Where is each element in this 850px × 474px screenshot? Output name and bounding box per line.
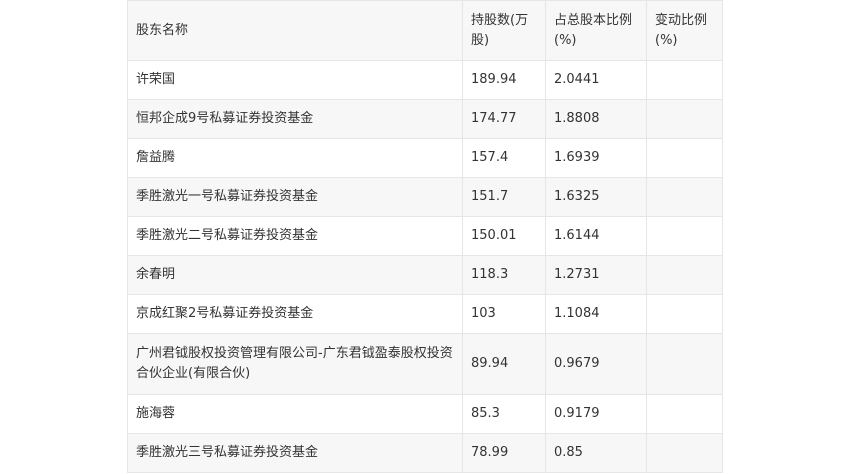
cell-shareholder-name: 余春明 xyxy=(127,255,463,295)
cell-share-ratio: 1.2731 xyxy=(545,255,647,295)
cell-change-ratio xyxy=(646,333,723,395)
shareholder-table-container: 股东名称 持股数(万股) 占总股本比例(%) 变动比例(%) 许荣国 189.9… xyxy=(127,0,723,473)
table-row: 季胜激光三号私募证券投资基金 78.99 0.85 xyxy=(127,433,723,473)
cell-change-ratio xyxy=(646,255,723,295)
cell-change-ratio xyxy=(646,216,723,256)
table-body: 许荣国 189.94 2.0441 恒邦企成9号私募证券投资基金 174.77 … xyxy=(127,60,723,473)
cell-shareholder-name: 季胜激光一号私募证券投资基金 xyxy=(127,177,463,217)
table-row: 季胜激光一号私募证券投资基金 151.7 1.6325 xyxy=(127,177,723,217)
cell-shareholder-name: 季胜激光三号私募证券投资基金 xyxy=(127,433,463,473)
cell-change-ratio xyxy=(646,138,723,178)
cell-change-ratio xyxy=(646,177,723,217)
header-shareholder-name: 股东名称 xyxy=(127,0,463,61)
cell-shares: 150.01 xyxy=(462,216,546,256)
cell-share-ratio: 2.0441 xyxy=(545,60,647,100)
header-share-ratio: 占总股本比例(%) xyxy=(545,0,647,61)
cell-shares: 103 xyxy=(462,294,546,334)
header-shares: 持股数(万股) xyxy=(462,0,546,61)
cell-change-ratio xyxy=(646,394,723,434)
cell-change-ratio xyxy=(646,294,723,334)
cell-share-ratio: 1.6939 xyxy=(545,138,647,178)
cell-share-ratio: 0.9679 xyxy=(545,333,647,395)
cell-shares: 157.4 xyxy=(462,138,546,178)
cell-shareholder-name: 施海蓉 xyxy=(127,394,463,434)
header-row: 股东名称 持股数(万股) 占总股本比例(%) 变动比例(%) xyxy=(127,0,723,61)
cell-shares: 78.99 xyxy=(462,433,546,473)
cell-shareholder-name: 广州君钺股权投资管理有限公司-广东君钺盈泰股权投资合伙企业(有限合伙) xyxy=(127,333,463,395)
cell-share-ratio: 1.8808 xyxy=(545,99,647,139)
cell-shareholder-name: 恒邦企成9号私募证券投资基金 xyxy=(127,99,463,139)
table-row: 恒邦企成9号私募证券投资基金 174.77 1.8808 xyxy=(127,99,723,139)
cell-change-ratio xyxy=(646,99,723,139)
cell-shares: 118.3 xyxy=(462,255,546,295)
shareholder-table: 股东名称 持股数(万股) 占总股本比例(%) 变动比例(%) 许荣国 189.9… xyxy=(127,0,723,473)
table-row: 余春明 118.3 1.2731 xyxy=(127,255,723,295)
table-row: 广州君钺股权投资管理有限公司-广东君钺盈泰股权投资合伙企业(有限合伙) 89.9… xyxy=(127,333,723,395)
cell-share-ratio: 0.9179 xyxy=(545,394,647,434)
table-row: 詹益腾 157.4 1.6939 xyxy=(127,138,723,178)
cell-shares: 85.3 xyxy=(462,394,546,434)
cell-share-ratio: 1.6325 xyxy=(545,177,647,217)
table-row: 季胜激光二号私募证券投资基金 150.01 1.6144 xyxy=(127,216,723,256)
table-row: 施海蓉 85.3 0.9179 xyxy=(127,394,723,434)
cell-shareholder-name: 许荣国 xyxy=(127,60,463,100)
table-header: 股东名称 持股数(万股) 占总股本比例(%) 变动比例(%) xyxy=(127,0,723,61)
cell-change-ratio xyxy=(646,433,723,473)
cell-shareholder-name: 詹益腾 xyxy=(127,138,463,178)
cell-change-ratio xyxy=(646,60,723,100)
cell-shareholder-name: 京成红聚2号私募证券投资基金 xyxy=(127,294,463,334)
header-change-ratio: 变动比例(%) xyxy=(646,0,723,61)
table-row: 许荣国 189.94 2.0441 xyxy=(127,60,723,100)
cell-share-ratio: 0.85 xyxy=(545,433,647,473)
cell-shares: 89.94 xyxy=(462,333,546,395)
cell-shares: 189.94 xyxy=(462,60,546,100)
cell-share-ratio: 1.1084 xyxy=(545,294,647,334)
cell-share-ratio: 1.6144 xyxy=(545,216,647,256)
cell-shares: 174.77 xyxy=(462,99,546,139)
table-row: 京成红聚2号私募证券投资基金 103 1.1084 xyxy=(127,294,723,334)
cell-shareholder-name: 季胜激光二号私募证券投资基金 xyxy=(127,216,463,256)
cell-shares: 151.7 xyxy=(462,177,546,217)
